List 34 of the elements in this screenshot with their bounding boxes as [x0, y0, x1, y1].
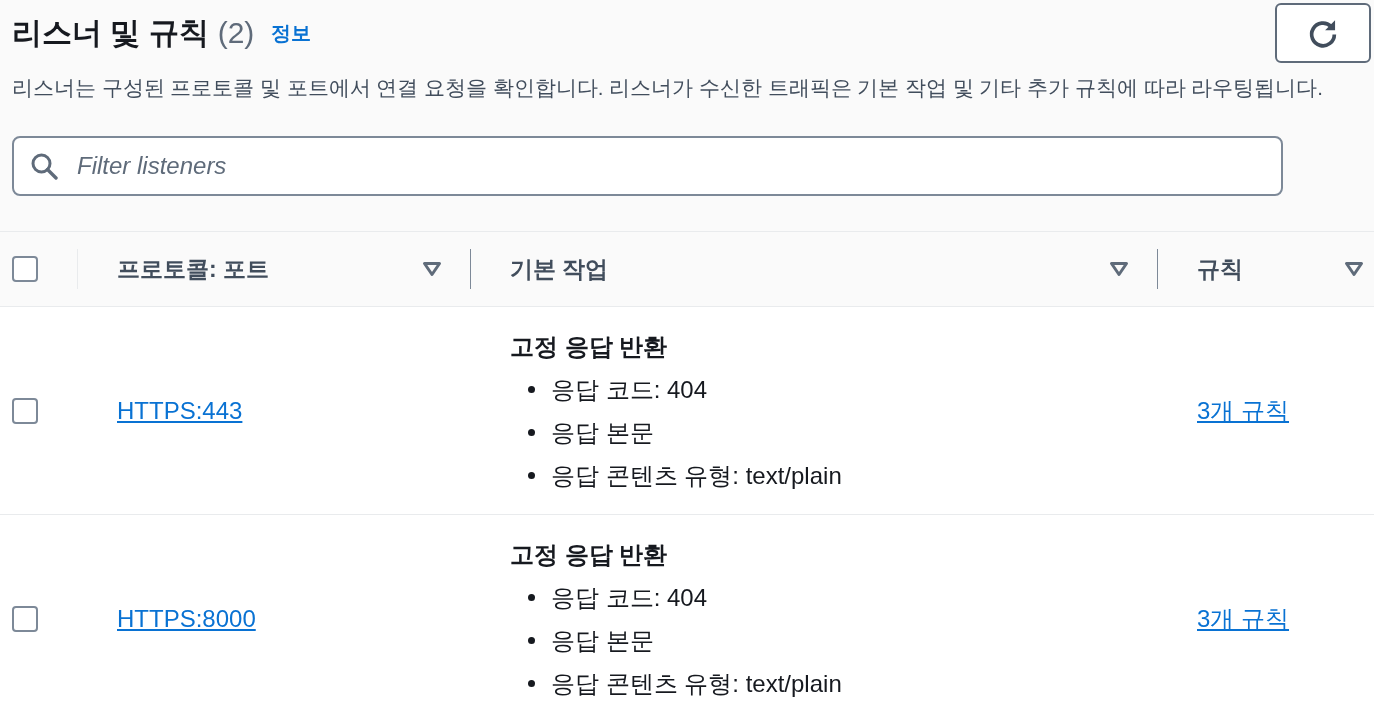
column-header: 규칙 [1197, 254, 1243, 284]
sort-icon[interactable] [1109, 261, 1129, 277]
bullet-icon [528, 386, 535, 393]
action-detail: 응답 코드: 404 [551, 583, 708, 613]
action-title: 고정 응답 반환 [510, 540, 669, 570]
sort-icon[interactable] [1344, 261, 1364, 277]
action-detail: 응답 콘텐츠 유형: text/plain [551, 461, 842, 491]
action-detail: 응답 본문 [551, 626, 654, 656]
column-header: 프로토콜: 포트 [117, 254, 270, 284]
listener-link[interactable]: HTTPS:443 [117, 396, 243, 424]
filter-field[interactable]: Filter listeners [12, 136, 1283, 196]
sort-icon[interactable] [422, 261, 442, 277]
listener-link[interactable]: HTTPS:8000 [117, 604, 256, 632]
bullet-icon [528, 594, 535, 601]
listener-count: (2) [217, 16, 255, 50]
section-description: 리스너는 구성된 프로토콜 및 포트에서 연결 요청을 확인합니다. 리스너가 수신한 트래픽은 기본 작업 및 기타 추가 규칙에 따라 라우팅됩니다. [12, 75, 1324, 101]
action-detail: 응답 콘텐츠 유형: text/plain [551, 669, 842, 699]
checkbox[interactable] [12, 256, 38, 282]
action-title: 고정 응답 반환 [510, 332, 669, 362]
checkbox[interactable] [12, 397, 38, 424]
column-header: 기본 작업 [510, 254, 609, 284]
refresh-button[interactable] [1275, 3, 1371, 63]
rules-link[interactable]: 3개 규칙 [1197, 396, 1289, 424]
search-icon [30, 152, 58, 180]
action-detail: 응답 본문 [551, 418, 654, 448]
bullet-icon [528, 429, 535, 436]
bullet-icon [528, 472, 535, 479]
section-title: 리스너 및 규칙 [12, 14, 209, 51]
info-link[interactable]: 정보 [271, 19, 312, 47]
bullet-icon [528, 680, 535, 687]
checkbox[interactable] [12, 605, 38, 632]
action-detail: 응답 코드: 404 [551, 375, 708, 405]
rules-link[interactable]: 3개 규칙 [1197, 604, 1289, 632]
bullet-icon [528, 637, 535, 644]
